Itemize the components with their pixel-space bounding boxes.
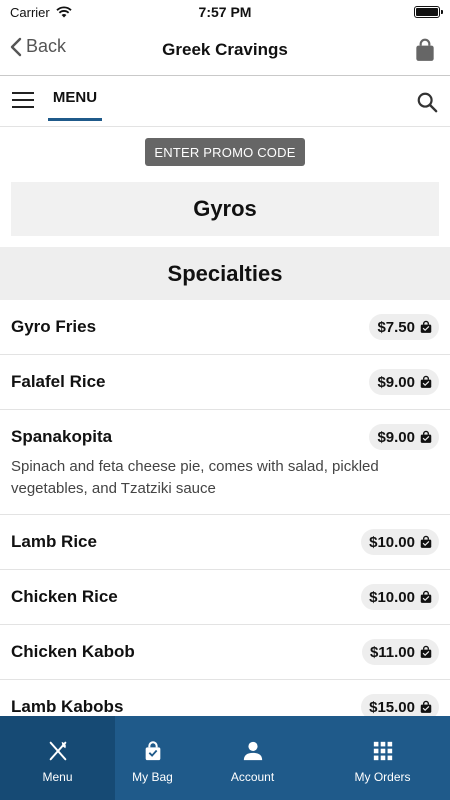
item-name: Spanakopita (11, 427, 113, 446)
menu-item[interactable]: Spanakopita $9.00 Spinach and feta chees… (0, 410, 450, 515)
status-bar: Carrier 7:57 PM (0, 0, 450, 24)
bag-icon (420, 535, 432, 548)
item-name: Chicken Rice (11, 587, 118, 606)
price-badge[interactable]: $7.50 (369, 314, 439, 340)
price-badge[interactable]: $10.00 (361, 529, 439, 555)
wifi-icon (56, 6, 72, 18)
status-left: Carrier (10, 5, 72, 20)
person-icon (243, 741, 262, 761)
bottom-tab-bar: Menu My Bag Account My Orders (0, 716, 450, 800)
menu-item[interactable]: Lamb Rice $10.00 (0, 515, 450, 570)
menu-item-list: Gyro Fries $7.50 Falafel Rice $9.00 Span… (0, 300, 450, 735)
menu-item[interactable]: Gyro Fries $7.50 (0, 300, 450, 355)
page-title: Greek Cravings (162, 39, 288, 59)
bag-icon (420, 430, 432, 443)
price-badge[interactable]: $11.00 (361, 639, 439, 665)
bag-icon (145, 741, 160, 761)
menu-toolbar: MENU (0, 77, 450, 127)
grid-icon (373, 741, 392, 761)
shopping-bag-icon[interactable] (412, 37, 438, 63)
menu-item[interactable]: Chicken Rice $10.00 (0, 570, 450, 625)
item-name: Lamb Rice (11, 532, 97, 551)
section-header: Specialties (0, 247, 450, 300)
tab-my-bag[interactable]: My Bag (115, 716, 190, 800)
bag-icon (420, 645, 432, 658)
item-price: $9.00 (377, 373, 415, 391)
search-icon[interactable] (416, 91, 438, 113)
item-price: $10.00 (369, 533, 415, 551)
price-badge[interactable]: $9.00 (369, 424, 439, 450)
item-name: Lamb Kabobs (11, 697, 124, 716)
menu-item[interactable]: Chicken Kabob $11.00 (0, 625, 450, 680)
tab-my-orders[interactable]: My Orders (315, 716, 450, 800)
battery-icon (414, 6, 443, 18)
bag-icon (420, 375, 432, 388)
carrier-label: Carrier (10, 4, 50, 20)
tab-menu[interactable]: MENU (48, 77, 102, 121)
tab-label: Menu (42, 770, 73, 784)
back-button[interactable]: Back (10, 36, 66, 57)
category-header[interactable]: Gyros (11, 182, 439, 236)
item-price: $7.50 (377, 318, 415, 336)
tab-label: Account (230, 770, 275, 784)
tab-account[interactable]: Account (190, 716, 315, 800)
nav-bar: Back Greek Cravings (0, 24, 450, 76)
item-name: Gyro Fries (11, 317, 97, 336)
tab-menu-bottom[interactable]: Menu (0, 716, 115, 800)
price-badge[interactable]: $10.00 (361, 584, 439, 610)
item-price: $9.00 (377, 428, 415, 446)
chevron-left-icon (10, 37, 22, 56)
fork-knife-icon (49, 741, 66, 761)
price-badge[interactable]: $9.00 (369, 369, 439, 395)
bag-icon (420, 700, 432, 713)
item-price: $15.00 (369, 698, 415, 716)
hamburger-menu-icon[interactable] (12, 92, 34, 110)
tab-label: My Orders (354, 770, 411, 784)
item-description: Spinach and feta cheese pie, comes with … (11, 458, 379, 497)
item-price: $11.00 (369, 643, 415, 661)
bag-icon (420, 590, 432, 603)
back-label: Back (26, 36, 67, 56)
tab-label: My Bag (132, 770, 173, 784)
bag-icon (420, 320, 432, 333)
menu-item[interactable]: Falafel Rice $9.00 (0, 355, 450, 410)
item-name: Chicken Kabob (11, 642, 135, 661)
item-price: $10.00 (369, 588, 415, 606)
promo-code-button[interactable]: ENTER PROMO CODE (145, 138, 305, 166)
item-name: Falafel Rice (11, 372, 106, 391)
